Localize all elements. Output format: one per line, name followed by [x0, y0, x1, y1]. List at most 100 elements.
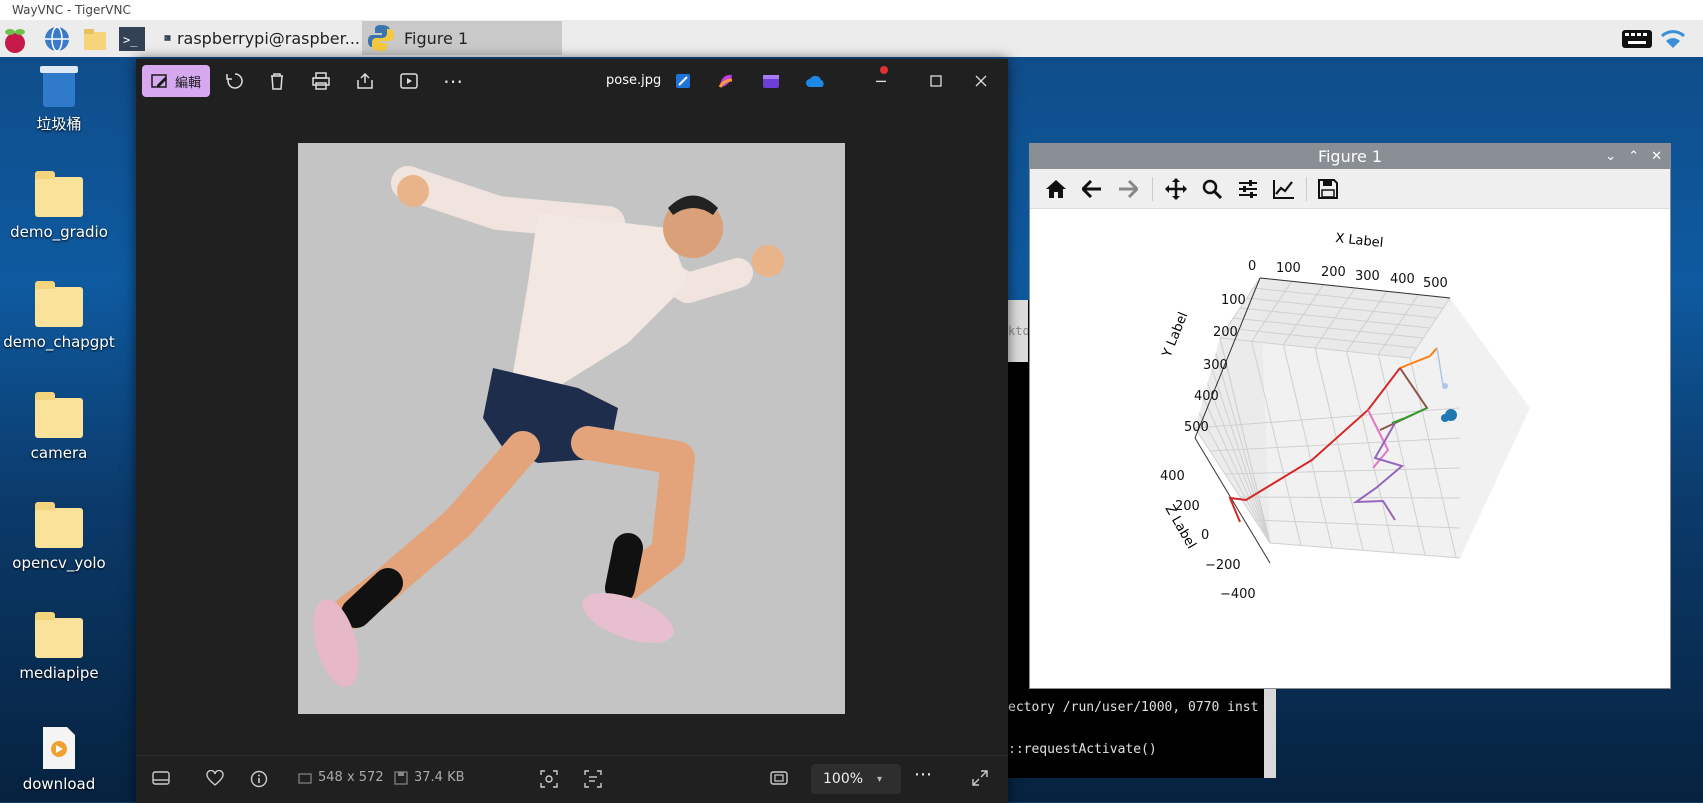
- web-browser-icon[interactable]: [42, 24, 72, 54]
- chevron-down-icon: ▾: [877, 773, 883, 785]
- filmstrip-button[interactable]: [152, 770, 170, 786]
- pose-3d-plot: X Label Y Label Z Label 0 100 200 300 40…: [1159, 231, 1530, 602]
- chevron-down-icon[interactable]: ⌄: [1605, 144, 1616, 169]
- figure-canvas[interactable]: X Label Y Label Z Label 0 100 200 300 40…: [1030, 208, 1670, 688]
- more-options-button[interactable]: ⋯: [914, 764, 932, 785]
- close-icon[interactable]: ✕: [1651, 144, 1662, 169]
- figure-toolbar: [1030, 169, 1670, 209]
- more-options-button[interactable]: ⋯: [438, 67, 468, 95]
- z-tick-label: −400: [1220, 587, 1256, 602]
- desktop-icon-trash[interactable]: 垃圾桶: [0, 63, 118, 134]
- desktop-icon-camera[interactable]: camera: [0, 392, 118, 462]
- terminal-line: ectory /run/user/1000, 0770 inst: [1008, 700, 1259, 715]
- image-dimensions: 548 x 572: [298, 770, 384, 785]
- favorite-button[interactable]: [206, 770, 224, 786]
- file-info-button[interactable]: [250, 770, 268, 788]
- slideshow-icon: [400, 73, 418, 89]
- network-status-icon[interactable]: [1658, 24, 1688, 54]
- text-recognition-button[interactable]: [584, 770, 602, 788]
- resolution-icon: [298, 772, 312, 784]
- share-button[interactable]: [350, 67, 380, 95]
- file-manager-icon[interactable]: [80, 24, 110, 54]
- folder-icon: [35, 281, 83, 327]
- arrow-left-icon: [1082, 180, 1101, 198]
- terminal-launcher-icon[interactable]: >_: [117, 24, 147, 54]
- zoom-button[interactable]: [1198, 175, 1226, 203]
- photo-image[interactable]: [298, 143, 845, 714]
- toolbar-divider: [1152, 177, 1153, 201]
- chevron-up-icon[interactable]: ⌃: [1628, 144, 1639, 169]
- desktop-icon-download[interactable]: download: [0, 725, 118, 793]
- line-chart-icon: [1273, 180, 1294, 199]
- sliders-icon: [1239, 180, 1257, 198]
- y-tick-label: 100: [1221, 293, 1246, 308]
- taskbar-task-terminal[interactable]: >_ raspberrypi@raspber...: [160, 21, 360, 55]
- fit-to-window-button[interactable]: [770, 770, 788, 786]
- photos-status-bar: 548 x 572 37.4 KB 100% ▾ ⋯: [136, 755, 1008, 803]
- virtual-keyboard-icon[interactable]: [1620, 24, 1654, 54]
- share-icon: [357, 72, 373, 89]
- clipchamp-button[interactable]: [756, 67, 786, 95]
- edit-image-icon: [151, 74, 167, 88]
- file-name: pose.jpg: [606, 73, 662, 88]
- home-icon: [1046, 180, 1066, 198]
- vnc-window-title: WayVNC - TigerVNC: [0, 0, 1703, 20]
- notification-badge-icon: [880, 66, 888, 74]
- pose-point: [1442, 383, 1448, 389]
- folder-icon: [35, 392, 83, 438]
- edit-button[interactable]: 編輯: [142, 65, 210, 97]
- taskbar-task-figure1[interactable]: Figure 1: [362, 21, 562, 55]
- desktop-icon-mediapipe[interactable]: mediapipe: [0, 612, 118, 682]
- print-button[interactable]: [306, 67, 336, 95]
- figure-titlebar: Figure 1 ⌄ ⌃ ✕: [1030, 144, 1670, 169]
- z-tick-label: −200: [1205, 558, 1241, 573]
- visual-search-button[interactable]: [540, 770, 558, 788]
- desktop-icon-demo-gradio[interactable]: demo_gradio: [0, 171, 118, 241]
- folder-icon: [35, 171, 83, 217]
- raspberry-pi-menu-icon[interactable]: [0, 26, 30, 56]
- z-tick-label: 400: [1160, 469, 1185, 484]
- svg-text:>_: >_: [123, 33, 138, 47]
- x-tick-label: 500: [1423, 276, 1448, 291]
- close-button[interactable]: [966, 67, 996, 95]
- copilot-button[interactable]: [711, 67, 741, 95]
- z-tick-label: 0: [1201, 528, 1209, 543]
- zoom-level-dropdown[interactable]: 100% ▾: [811, 764, 901, 794]
- designer-button[interactable]: [668, 67, 698, 95]
- edit-axes-button[interactable]: [1270, 175, 1298, 203]
- onedrive-icon: [806, 75, 824, 87]
- x-axis-label: X Label: [1335, 231, 1384, 251]
- photos-toolbar: 編輯 ⋯ pose.jpg ─: [136, 59, 1008, 103]
- terminal-title-fragment: ktop: [1008, 300, 1028, 362]
- x-tick-label: 0: [1248, 259, 1256, 274]
- taskbar: >_ >_ raspberrypi@raspber... Figure 1: [0, 20, 1703, 58]
- clipchamp-icon: [763, 75, 779, 88]
- desktop-icon-opencv-yolo[interactable]: opencv_yolo: [0, 502, 118, 572]
- configure-subplots-button[interactable]: [1234, 175, 1262, 203]
- forward-button[interactable]: [1114, 175, 1142, 203]
- slideshow-button[interactable]: [394, 67, 424, 95]
- filmstrip-icon: [152, 771, 170, 785]
- maximize-button[interactable]: [921, 67, 951, 95]
- onedrive-button[interactable]: [801, 67, 831, 95]
- figure-window: Figure 1 ⌄ ⌃ ✕ X Label Y Label Z Label 0…: [1029, 143, 1671, 689]
- pan-button[interactable]: [1162, 175, 1190, 203]
- minimize-button[interactable]: ─: [866, 66, 896, 95]
- toolbar-divider: [1306, 177, 1307, 201]
- rotate-button[interactable]: [220, 67, 250, 95]
- trash-icon: [271, 73, 283, 90]
- maximize-icon: [930, 75, 942, 87]
- rotate-icon: [226, 73, 243, 89]
- python-icon: [368, 25, 394, 51]
- delete-button[interactable]: [262, 67, 292, 95]
- desktop-icon-demo-chapgpt[interactable]: demo_chapgpt: [0, 281, 118, 351]
- back-button[interactable]: [1078, 175, 1106, 203]
- printer-icon: [312, 72, 330, 90]
- fullscreen-icon: [972, 770, 988, 786]
- fullscreen-button[interactable]: [972, 770, 988, 786]
- save-figure-button[interactable]: [1314, 175, 1342, 203]
- x-tick-label: 100: [1276, 261, 1301, 276]
- z-tick-label: 200: [1175, 499, 1200, 514]
- home-button[interactable]: [1042, 175, 1070, 203]
- visual-search-icon: [540, 770, 558, 788]
